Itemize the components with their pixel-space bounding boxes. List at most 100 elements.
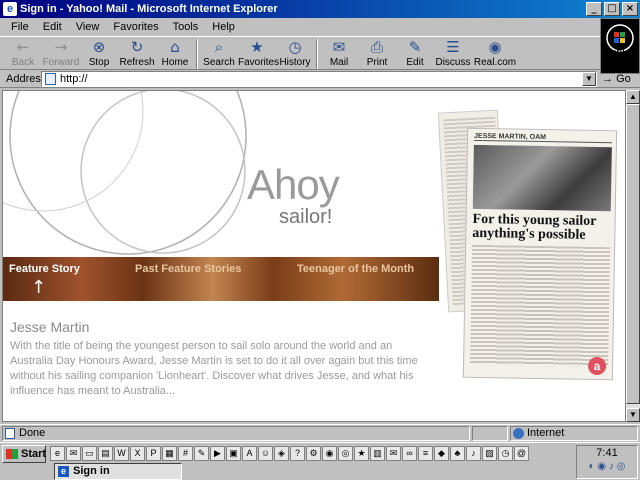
browser-window: e Sign in - Yahoo! Mail - Microsoft Inte… (0, 0, 640, 480)
acrobat-icon[interactable]: A (242, 446, 257, 461)
print-button[interactable]: ⎙ Print (358, 37, 396, 71)
mail-icon: ✉ (332, 38, 346, 56)
mail-button[interactable]: ✉ Mail (320, 37, 358, 71)
link-icon[interactable]: ∞ (402, 446, 417, 461)
notepad-icon[interactable]: ▦ (162, 446, 177, 461)
page-icon (45, 73, 56, 85)
stop-icon: ⊗ (92, 38, 106, 56)
favorites-button[interactable]: ★ Favorites (238, 37, 279, 71)
folder-icon[interactable]: ▣ (226, 446, 241, 461)
tools-icon[interactable]: ⚙ (306, 446, 321, 461)
forward-button[interactable]: → Forward (42, 37, 80, 71)
nav-banner: Feature Story Past Feature Stories Teena… (3, 257, 439, 301)
stop-button[interactable]: ⊗ Stop (80, 37, 118, 71)
cd-icon[interactable]: ◎ (338, 446, 353, 461)
music-icon[interactable]: ♪ (466, 446, 481, 461)
nav-feature-story[interactable]: Feature Story (9, 263, 80, 275)
task-sign-in[interactable]: e Sign in (54, 463, 182, 480)
page-content: Ahoy sailor! JESSE MARTIN, OAM For this … (2, 90, 626, 422)
refresh-button[interactable]: ↻ Refresh (118, 37, 156, 71)
tray-icons[interactable]: ◐ ◉ ♪ ◎ (577, 460, 637, 474)
internet-globe-icon (513, 428, 524, 439)
clock-icon[interactable]: ◷ (498, 446, 513, 461)
page-subtitle: sailor! (279, 206, 333, 228)
nav-teenager-of-the-month[interactable]: Teenager of the Month (297, 263, 414, 275)
messenger-icon[interactable]: ☺ (258, 446, 273, 461)
page-title: Ahoy (247, 161, 340, 208)
settings-icon[interactable]: ≡ (418, 446, 433, 461)
newspaper-columns (470, 244, 611, 368)
toolbar-separator (196, 39, 198, 69)
home-icon: ⌂ (170, 38, 180, 56)
search-icon: ⌕ (214, 38, 224, 56)
vertical-scrollbar[interactable]: ▲ ▼ (626, 90, 640, 422)
menu-tools[interactable]: Tools (173, 21, 199, 33)
media-icon[interactable]: ▶ (210, 446, 225, 461)
realcom-button[interactable]: ◉ Real.com (472, 37, 518, 71)
address-dropdown-button[interactable]: ▼ (582, 72, 596, 86)
maximize-button[interactable]: □ (604, 2, 620, 16)
clock[interactable]: 7:41 (577, 446, 637, 460)
explorer-icon[interactable]: ▤ (98, 446, 113, 461)
search-button[interactable]: ⌕ Search (200, 37, 238, 71)
app-icon[interactable]: ◆ (434, 446, 449, 461)
windows-flag-icon (6, 449, 18, 459)
address-label: Address (6, 72, 47, 85)
article-summary: With the title of being the youngest per… (10, 340, 418, 397)
status-bar: Done Internet (0, 424, 640, 442)
scroll-down-button[interactable]: ▼ (626, 408, 640, 422)
standard-toolbar: ← Back → Forward ⊗ Stop ↻ Refresh ⌂ Home ⌕ Sea… (0, 36, 600, 70)
go-arrow-icon: → (602, 73, 613, 85)
discuss-button[interactable]: ☰ Discuss (434, 37, 472, 71)
network-icon[interactable]: ◈ (274, 446, 289, 461)
game-icon[interactable]: ♣ (450, 446, 465, 461)
close-button[interactable]: × (622, 2, 638, 16)
outlook-icon[interactable]: ✉ (66, 446, 81, 461)
article-title[interactable]: Jesse Martin (10, 319, 89, 335)
minimize-button[interactable]: _ (586, 2, 602, 16)
history-button[interactable]: ◷ History (276, 37, 314, 71)
title-bar[interactable]: e Sign in - Yahoo! Mail - Microsoft Inte… (0, 0, 640, 18)
menu-view[interactable]: View (76, 21, 100, 33)
toolbar-separator (316, 39, 318, 69)
favorites-icon: ★ (250, 38, 264, 56)
ie-icon: e (3, 2, 17, 16)
page-done-icon (5, 428, 15, 439)
chart-icon[interactable]: ▥ (370, 446, 385, 461)
menu-file[interactable]: File (11, 21, 29, 33)
desktop-icon[interactable]: ▭ (82, 446, 97, 461)
publisher-logo: a (587, 356, 607, 376)
help-icon[interactable]: ? (290, 446, 305, 461)
quick-launch: e ✉ ▭ ▤ W X P ▦ # ✎ ▶ ▣ A ☺ ◈ ? ⚙ ◉ ◎ ★ … (50, 446, 530, 461)
photo-icon[interactable]: ▨ (482, 446, 497, 461)
menu-favorites[interactable]: Favorites (113, 21, 158, 33)
globe-icon[interactable]: ◉ (322, 446, 337, 461)
ie-quicklaunch-icon[interactable]: e (50, 446, 65, 461)
back-button[interactable]: ← Back (4, 37, 42, 71)
word-icon[interactable]: W (114, 446, 129, 461)
paint-icon[interactable]: ✎ (194, 446, 209, 461)
nav-past-feature-stories[interactable]: Past Feature Stories (135, 263, 241, 275)
web-icon[interactable]: @ (514, 446, 529, 461)
security-zone-panel: Internet (510, 426, 638, 441)
calc-icon[interactable]: # (178, 446, 193, 461)
star-icon[interactable]: ★ (354, 446, 369, 461)
links-button[interactable]: Links (600, 36, 640, 70)
start-button[interactable]: Start (2, 445, 46, 463)
up-arrow-icon: ↑ (31, 277, 47, 298)
powerpoint-icon[interactable]: P (146, 446, 161, 461)
excel-icon[interactable]: X (130, 446, 145, 461)
address-input[interactable]: http:// ▼ (41, 71, 597, 87)
scroll-up-button[interactable]: ▲ (626, 90, 640, 104)
decorative-circles (3, 91, 247, 255)
home-button[interactable]: ⌂ Home (156, 37, 194, 71)
edit-button[interactable]: ✎ Edit (396, 37, 434, 71)
print-icon: ⎙ (370, 38, 383, 56)
menu-help[interactable]: Help (212, 21, 235, 33)
menu-edit[interactable]: Edit (43, 21, 62, 33)
scroll-thumb[interactable] (626, 104, 640, 404)
forward-arrow-icon: → (54, 38, 68, 56)
address-value: http:// (60, 73, 88, 85)
mail-quick-icon[interactable]: ✉ (386, 446, 401, 461)
go-button[interactable]: → Go (602, 71, 631, 87)
